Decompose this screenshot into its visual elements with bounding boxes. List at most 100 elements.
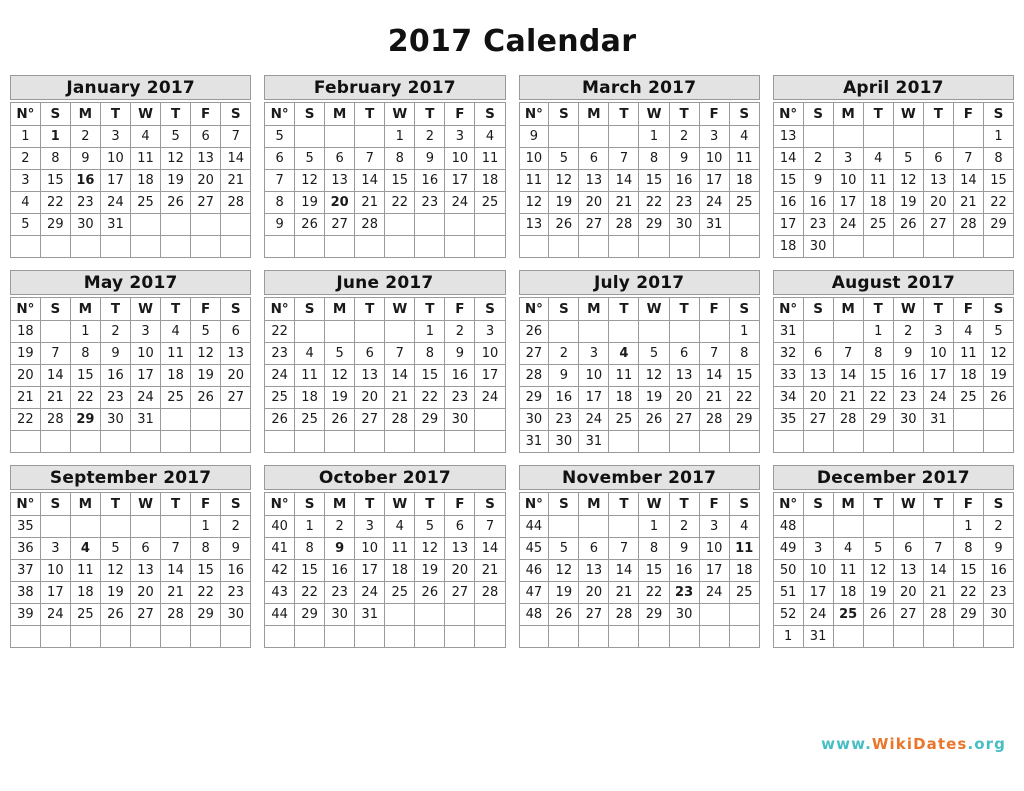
day-cell[interactable]: 23 <box>99 386 131 409</box>
day-cell[interactable]: 15 <box>952 559 984 582</box>
day-cell[interactable]: 31 <box>99 213 131 236</box>
day-cell[interactable]: 16 <box>99 364 131 387</box>
day-cell[interactable]: 10 <box>354 537 386 560</box>
day-cell[interactable]: 25 <box>952 386 984 409</box>
day-cell[interactable]: 1 <box>638 125 670 148</box>
day-cell[interactable]: 29 <box>294 603 326 626</box>
day-cell[interactable]: 5 <box>638 342 670 365</box>
day-cell[interactable]: 17 <box>578 386 610 409</box>
day-cell[interactable]: 23 <box>444 386 476 409</box>
day-cell[interactable]: 12 <box>548 169 580 192</box>
day-cell[interactable]: 24 <box>698 581 730 604</box>
day-cell[interactable]: 27 <box>922 213 954 236</box>
day-cell[interactable]: 9 <box>982 537 1015 560</box>
day-cell[interactable]: 24 <box>354 581 386 604</box>
day-cell[interactable]: 26 <box>638 408 670 431</box>
day-cell[interactable]: 14 <box>832 364 864 387</box>
day-cell[interactable]: 16 <box>444 364 476 387</box>
day-cell[interactable]: 24 <box>698 191 730 214</box>
day-cell[interactable]: 20 <box>802 386 834 409</box>
day-cell[interactable]: 26 <box>324 408 356 431</box>
day-cell[interactable]: 19 <box>862 581 894 604</box>
day-cell[interactable]: 20 <box>578 191 610 214</box>
day-cell[interactable]: 14 <box>220 147 252 170</box>
day-cell[interactable]: 26 <box>99 603 131 626</box>
day-cell[interactable]: 26 <box>548 603 580 626</box>
day-cell[interactable]: 2 <box>69 125 101 148</box>
day-cell[interactable]: 8 <box>384 147 416 170</box>
day-cell[interactable]: 20 <box>129 581 162 604</box>
day-cell[interactable]: 12 <box>190 342 222 365</box>
day-cell[interactable]: 9 <box>414 147 446 170</box>
day-cell[interactable]: 16 <box>548 386 580 409</box>
day-cell[interactable]: 30 <box>892 408 924 431</box>
day-cell[interactable]: 17 <box>698 169 730 192</box>
day-cell[interactable]: 7 <box>354 147 386 170</box>
day-cell[interactable]: 14 <box>698 364 730 387</box>
day-cell[interactable]: 26 <box>982 386 1015 409</box>
day-cell[interactable]: 18 <box>832 581 864 604</box>
day-cell[interactable]: 4 <box>129 125 162 148</box>
day-cell[interactable]: 22 <box>982 191 1015 214</box>
day-cell[interactable]: 20 <box>892 581 924 604</box>
day-cell[interactable]: 1 <box>384 125 416 148</box>
day-cell[interactable]: 16 <box>668 169 700 192</box>
day-cell[interactable]: 20 <box>922 191 954 214</box>
day-cell[interactable]: 1 <box>414 320 446 343</box>
day-cell[interactable]: 11 <box>728 537 760 560</box>
day-cell[interactable]: 6 <box>444 515 476 538</box>
day-cell[interactable]: 21 <box>220 169 252 192</box>
day-cell[interactable]: 12 <box>294 169 326 192</box>
day-cell[interactable]: 9 <box>99 342 131 365</box>
day-cell[interactable]: 21 <box>608 191 640 214</box>
day-cell[interactable]: 22 <box>39 191 71 214</box>
day-cell[interactable]: 21 <box>354 191 386 214</box>
day-cell[interactable]: 24 <box>99 191 131 214</box>
day-cell[interactable]: 1 <box>982 125 1015 148</box>
day-cell[interactable]: 13 <box>578 559 610 582</box>
day-cell[interactable]: 16 <box>668 559 700 582</box>
day-cell[interactable]: 25 <box>608 408 640 431</box>
day-cell[interactable]: 27 <box>892 603 924 626</box>
day-cell[interactable]: 10 <box>832 169 864 192</box>
day-cell[interactable]: 5 <box>548 147 580 170</box>
day-cell[interactable]: 2 <box>802 147 834 170</box>
day-cell[interactable]: 17 <box>922 364 954 387</box>
day-cell[interactable]: 29 <box>982 213 1015 236</box>
day-cell[interactable]: 15 <box>414 364 446 387</box>
day-cell[interactable]: 15 <box>69 364 101 387</box>
day-cell[interactable]: 7 <box>922 537 954 560</box>
day-cell[interactable]: 30 <box>668 603 700 626</box>
day-cell[interactable]: 22 <box>728 386 760 409</box>
day-cell[interactable]: 30 <box>220 603 252 626</box>
day-cell[interactable]: 6 <box>802 342 834 365</box>
day-cell[interactable]: 2 <box>444 320 476 343</box>
day-cell[interactable]: 29 <box>728 408 760 431</box>
day-cell[interactable]: 30 <box>324 603 356 626</box>
day-cell[interactable]: 18 <box>608 386 640 409</box>
day-cell[interactable]: 4 <box>832 537 864 560</box>
day-cell[interactable]: 4 <box>160 320 192 343</box>
day-cell[interactable]: 2 <box>892 320 924 343</box>
day-cell[interactable]: 2 <box>414 125 446 148</box>
day-cell[interactable]: 1 <box>39 125 71 148</box>
day-cell[interactable]: 4 <box>728 515 760 538</box>
day-cell[interactable]: 12 <box>638 364 670 387</box>
day-cell[interactable]: 1 <box>638 515 670 538</box>
day-cell[interactable]: 10 <box>698 537 730 560</box>
day-cell[interactable]: 24 <box>444 191 476 214</box>
day-cell[interactable]: 24 <box>832 213 864 236</box>
day-cell[interactable]: 25 <box>832 603 864 626</box>
day-cell[interactable]: 18 <box>862 191 894 214</box>
day-cell[interactable]: 15 <box>294 559 326 582</box>
day-cell[interactable]: 24 <box>922 386 954 409</box>
day-cell[interactable]: 29 <box>862 408 894 431</box>
day-cell[interactable]: 6 <box>578 537 610 560</box>
day-cell[interactable]: 3 <box>698 125 730 148</box>
day-cell[interactable]: 9 <box>668 537 700 560</box>
day-cell[interactable]: 26 <box>294 213 326 236</box>
day-cell[interactable]: 13 <box>578 169 610 192</box>
day-cell[interactable]: 10 <box>922 342 954 365</box>
day-cell[interactable]: 28 <box>922 603 954 626</box>
day-cell[interactable]: 3 <box>99 125 131 148</box>
